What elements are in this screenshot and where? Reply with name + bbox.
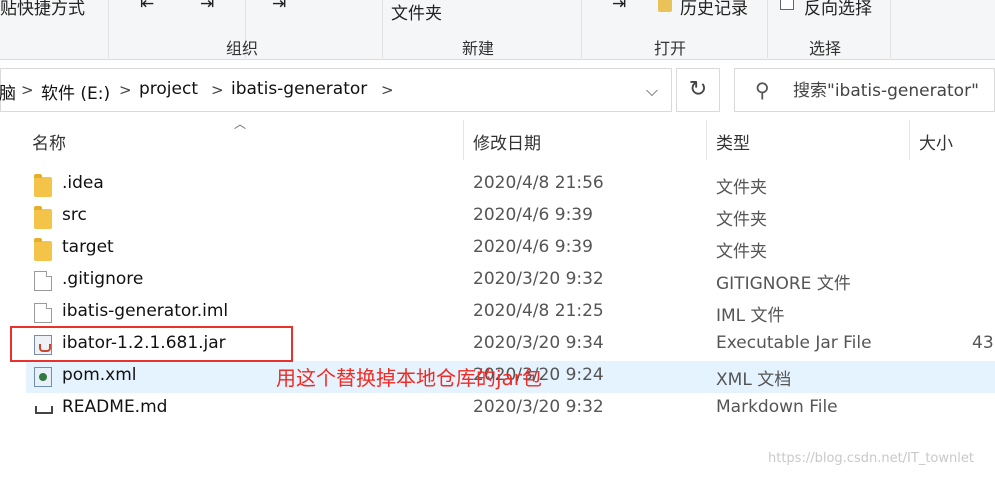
file-row[interactable]: target 2020/4/6 9:39 文件夹 — [26, 233, 995, 265]
ribbon-item-new-folder[interactable]: 文件夹 — [391, 0, 442, 24]
file-date: 2020/4/6 9:39 — [473, 205, 593, 225]
breadcrumb-ibatis-generator[interactable]: ibatis-generator — [231, 79, 367, 99]
file-size: 43 — [972, 333, 994, 353]
ribbon-group-select: 选择 — [809, 39, 842, 58]
file-date: 2020/3/20 9:34 — [473, 333, 604, 353]
folder-icon — [34, 238, 52, 261]
annotation-text: 用这个替换掉本地仓库的jar包 — [276, 366, 543, 390]
file-icon — [34, 303, 52, 323]
folder-icon — [34, 174, 52, 197]
ribbon-divider — [890, 0, 891, 58]
breadcrumb-drive-e[interactable]: 软件 (E:) — [41, 79, 110, 104]
file-type: 文件夹 — [716, 210, 767, 230]
ribbon-item-paste-shortcut[interactable]: 贴快捷方式 — [0, 0, 85, 19]
file-name: README.md — [62, 397, 168, 417]
ribbon-item-history[interactable]: 历史记录 — [680, 0, 748, 19]
file-row[interactable]: src 2020/4/6 9:39 文件夹 — [26, 201, 995, 233]
ribbon-arrow-icon[interactable]: ⇥ — [612, 0, 626, 14]
ribbon-divider — [382, 0, 383, 58]
breadcrumb-separator[interactable]: > — [119, 81, 132, 99]
column-header-row: 名称 修改日期 类型 大小 — [0, 120, 995, 160]
ribbon-divider — [108, 0, 109, 58]
column-header-date[interactable]: 修改日期 — [473, 129, 541, 154]
file-date: 2020/3/20 9:32 — [473, 397, 604, 417]
column-divider[interactable] — [909, 120, 910, 160]
file-name: src — [62, 205, 87, 225]
column-divider[interactable] — [706, 120, 707, 160]
ribbon-group-new: 新建 — [462, 39, 495, 58]
file-name: .idea — [62, 173, 104, 193]
breadcrumb-project[interactable]: project — [139, 79, 198, 99]
search-box[interactable]: ⚲ — [734, 68, 995, 112]
file-row[interactable]: ibatis-generator.iml 2020/4/8 21:25 IML … — [26, 297, 995, 329]
column-header-size[interactable]: 大小 — [919, 129, 953, 154]
file-date: 2020/4/6 9:39 — [473, 237, 593, 257]
file-type: GITIGNORE 文件 — [716, 274, 851, 294]
column-header-type[interactable]: 类型 — [716, 129, 750, 154]
file-date: 2020/4/8 21:25 — [473, 301, 604, 321]
column-divider[interactable] — [463, 120, 464, 160]
column-header-name[interactable]: 名称 — [32, 129, 66, 154]
refresh-button[interactable]: ↻ — [676, 68, 720, 112]
chevron-down-icon[interactable]: ⌵ — [637, 77, 667, 105]
address-bar[interactable]: 脑 > 软件 (E:) > project > ibatis-generator… — [0, 68, 672, 112]
ribbon-group-open: 打开 — [654, 39, 687, 58]
file-row[interactable]: .idea 2020/4/8 21:56 文件夹 — [26, 169, 995, 201]
invert-selection-icon — [780, 0, 794, 10]
breadcrumb-separator[interactable]: > — [381, 81, 394, 99]
search-input[interactable] — [793, 77, 993, 105]
breadcrumb-this-pc[interactable]: 脑 — [0, 79, 16, 104]
file-row[interactable]: .gitignore 2020/3/20 9:32 GITIGNORE 文件 — [26, 265, 995, 297]
ribbon-divider — [581, 0, 582, 58]
ribbon-arrow-icon[interactable]: ⇥ — [200, 0, 214, 14]
ribbon-arrow-icon[interactable]: ⇤ — [140, 0, 154, 14]
search-icon: ⚲ — [755, 78, 770, 102]
file-icon — [34, 271, 52, 291]
refresh-icon: ↻ — [688, 77, 708, 102]
file-name: .gitignore — [62, 269, 144, 289]
file-name: target — [62, 237, 114, 257]
file-row[interactable]: README.md 2020/3/20 9:32 Markdown File — [26, 393, 995, 425]
markdown-icon — [34, 399, 53, 419]
ribbon-item-invert-selection[interactable]: 反向选择 — [804, 0, 872, 19]
file-type: 文件夹 — [716, 242, 767, 262]
ribbon-arrow-icon[interactable]: ⇥ — [272, 0, 286, 14]
file-date: 2020/3/20 9:32 — [473, 269, 604, 289]
history-icon — [658, 0, 672, 12]
breadcrumb-separator[interactable]: > — [211, 81, 224, 99]
file-type: IML 文件 — [716, 306, 785, 326]
file-name: pom.xml — [62, 365, 137, 385]
file-date: 2020/4/8 21:56 — [473, 173, 604, 193]
watermark: https://blog.csdn.net/IT_townlet — [768, 451, 974, 466]
highlight-box — [10, 326, 293, 362]
file-type: 文件夹 — [716, 178, 767, 198]
file-name: ibatis-generator.iml — [62, 301, 229, 321]
ribbon: 贴快捷方式 ⇤ ⇥ ⇥ 文件夹 ⇥ 历史记录 反向选择 组织 新建 打开 选择 — [0, 0, 995, 60]
breadcrumb-separator[interactable]: > — [21, 81, 34, 99]
ribbon-divider — [767, 0, 768, 58]
xml-icon — [34, 367, 52, 387]
sort-ascending-icon: ︿ — [234, 117, 247, 131]
ribbon-group-organize: 组织 — [226, 39, 259, 58]
file-type: Executable Jar File — [716, 333, 872, 353]
folder-icon — [34, 206, 52, 229]
file-type: Markdown File — [716, 397, 838, 417]
file-type: XML 文档 — [716, 370, 792, 390]
